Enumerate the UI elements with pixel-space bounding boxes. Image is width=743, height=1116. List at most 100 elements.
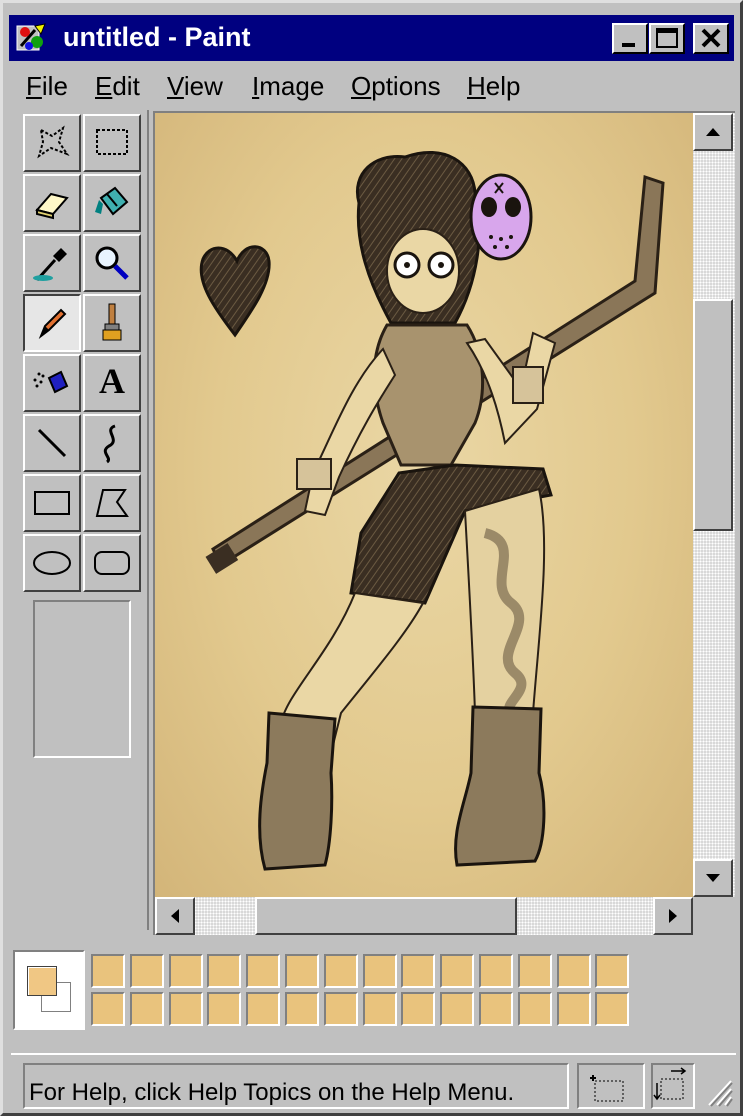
scroll-down-icon — [706, 874, 720, 882]
close-icon — [701, 28, 721, 48]
canvas-area — [153, 111, 735, 935]
palette-swatch[interactable] — [323, 992, 358, 1026]
palette-swatch[interactable] — [91, 954, 125, 988]
menu-edit[interactable]: Edit — [95, 71, 140, 102]
menu-help[interactable]: Help — [467, 71, 520, 102]
palette-swatch[interactable] — [129, 954, 164, 988]
airbrush-icon — [33, 370, 69, 394]
cursor-position-icon — [590, 1075, 624, 1102]
status-position-panel — [577, 1063, 645, 1109]
palette-swatch[interactable] — [440, 992, 475, 1026]
tool-magnifier[interactable] — [83, 234, 141, 292]
menu-image[interactable]: Image — [252, 71, 324, 102]
tool-polygon[interactable] — [83, 474, 141, 532]
palette-swatch[interactable] — [246, 992, 281, 1026]
palette-swatch[interactable] — [285, 992, 319, 1026]
palette-swatch[interactable] — [595, 954, 630, 988]
palette-swatch[interactable] — [479, 992, 513, 1026]
scroll-right-icon — [669, 909, 677, 923]
vertical-scroll-thumb[interactable] — [693, 299, 733, 531]
horizontal-scrollbar[interactable] — [155, 897, 693, 935]
eraser-icon — [35, 192, 69, 220]
palette-swatch[interactable] — [479, 954, 513, 988]
selection-size-icon — [653, 1067, 687, 1101]
palette-swatch[interactable] — [401, 992, 436, 1026]
minimize-icon — [622, 43, 635, 47]
palette-swatch[interactable] — [401, 954, 436, 988]
palette-swatch[interactable] — [517, 992, 552, 1026]
text-icon: A — [99, 361, 125, 401]
scroll-left-button[interactable] — [155, 897, 195, 935]
current-colors[interactable] — [13, 950, 85, 1030]
fill-bucket-icon — [95, 186, 129, 216]
palette-swatch[interactable] — [517, 954, 552, 988]
menu-file[interactable]: File — [26, 71, 68, 102]
maximize-button[interactable] — [649, 23, 685, 54]
palette-swatch[interactable] — [91, 992, 125, 1026]
resize-grip-icon — [708, 1080, 733, 1107]
scroll-right-button[interactable] — [653, 897, 693, 935]
tool-airbrush[interactable] — [23, 354, 81, 412]
palette-swatch[interactable] — [246, 954, 281, 988]
status-bar: For Help, click Help Topics on the Help … — [11, 1053, 736, 1111]
drawing-canvas[interactable] — [155, 113, 693, 897]
palette-swatch[interactable] — [168, 992, 203, 1026]
pencil-icon — [38, 308, 67, 339]
tool-fill[interactable] — [83, 174, 141, 232]
palette-swatch[interactable] — [556, 992, 591, 1026]
tool-ellipse[interactable] — [23, 534, 81, 592]
curve-icon — [103, 424, 116, 464]
tool-eraser[interactable] — [23, 174, 81, 232]
color-box — [13, 950, 633, 1034]
title-bar[interactable]: untitled - Paint — [9, 15, 734, 61]
palette-swatch[interactable] — [323, 954, 358, 988]
palette-swatch[interactable] — [595, 992, 630, 1026]
palette-swatch[interactable] — [207, 954, 242, 988]
tool-box: A — [19, 110, 149, 930]
tool-select[interactable] — [83, 114, 141, 172]
menu-bar: File Edit View Image Options Help — [9, 63, 734, 107]
eyedropper-icon — [33, 248, 67, 282]
window-title: untitled - Paint — [63, 22, 251, 52]
tool-pick-color[interactable] — [23, 234, 81, 292]
tool-curve[interactable] — [83, 414, 141, 472]
tool-text[interactable]: A — [83, 354, 141, 412]
rounded-rectangle-icon — [94, 551, 130, 575]
tool-options-box[interactable] — [33, 600, 131, 758]
close-button[interactable] — [693, 23, 729, 54]
vertical-scrollbar[interactable] — [693, 113, 735, 897]
palette-swatch[interactable] — [362, 992, 397, 1026]
paint-app-icon[interactable] — [15, 22, 49, 54]
tool-free-form-select[interactable] — [23, 114, 81, 172]
menu-view[interactable]: View — [167, 71, 223, 102]
palette-swatch[interactable] — [168, 954, 203, 988]
tool-rounded-rectangle[interactable] — [83, 534, 141, 592]
tool-line[interactable] — [23, 414, 81, 472]
sketch-illustration — [199, 151, 665, 871]
menu-options[interactable]: Options — [351, 71, 441, 102]
tool-rectangle[interactable] — [23, 474, 81, 532]
palette-swatch[interactable] — [440, 954, 475, 988]
palette-swatch[interactable] — [362, 954, 397, 988]
palette-swatch[interactable] — [207, 992, 242, 1026]
palette-swatch[interactable] — [129, 992, 164, 1026]
magnifier-icon — [95, 246, 129, 280]
ellipse-icon — [33, 551, 71, 575]
palette-swatch[interactable] — [285, 954, 319, 988]
free-form-select-icon — [37, 125, 70, 159]
scroll-down-button[interactable] — [693, 859, 733, 897]
scroll-up-button[interactable] — [693, 113, 733, 151]
tool-brush[interactable] — [83, 294, 141, 352]
resize-grip[interactable] — [701, 1073, 735, 1109]
status-text-panel: For Help, click Help Topics on the Help … — [23, 1063, 569, 1109]
foreground-color-swatch[interactable] — [27, 966, 57, 996]
palette-swatch[interactable] — [556, 954, 591, 988]
brush-icon — [102, 303, 122, 341]
maximize-icon — [656, 28, 678, 48]
horizontal-scroll-thumb[interactable] — [255, 897, 517, 935]
minimize-button[interactable] — [612, 23, 648, 54]
hockey-mask — [469, 173, 533, 261]
status-size-panel — [651, 1063, 695, 1109]
scroll-left-icon — [171, 909, 179, 923]
tool-pencil[interactable] — [23, 294, 81, 352]
